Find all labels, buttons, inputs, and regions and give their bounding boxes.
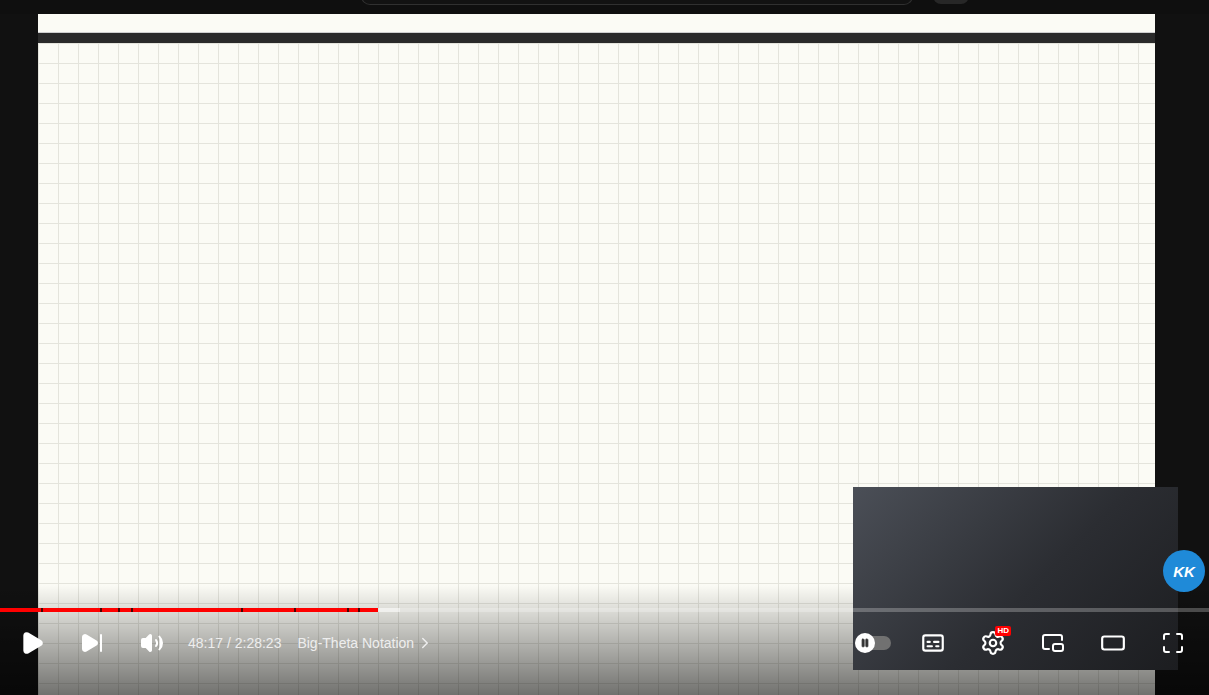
page: KK 48:17 / 2:28:23Big-Theta Notation HD [0,0,1209,695]
fullscreen-icon [1161,631,1185,655]
volume-icon [140,631,164,655]
chapter-break [294,608,296,612]
chapter-break [241,608,243,612]
controls-row: 48:17 / 2:28:23Big-Theta Notation HD [0,620,1209,666]
progress-bar[interactable] [0,608,1209,612]
search-box[interactable] [361,0,913,5]
player-controls: 48:17 / 2:28:23Big-Theta Notation HD [0,608,1209,695]
toggle-knob [855,633,875,653]
hd-badge: HD [995,626,1011,636]
toggle-track [855,636,891,650]
video-player[interactable]: KK 48:17 / 2:28:23Big-Theta Notation HD [0,14,1209,695]
chapter-title: Big-Theta Notation [297,635,414,651]
volume-button[interactable] [124,620,180,666]
right-controls: HD [845,620,1201,666]
left-controls: 48:17 / 2:28:23Big-Theta Notation [4,620,434,666]
play-icon [19,630,45,656]
voice-search-button[interactable] [933,0,969,4]
channel-watermark[interactable]: KK [1163,550,1205,592]
chevron-icon [416,634,434,652]
time-display: 48:17 / 2:28:23 [184,635,293,651]
fullscreen-button[interactable] [1145,620,1201,666]
pause-icon [860,638,870,648]
chapter-break [131,608,133,612]
chapter-break [347,608,349,612]
played-fill [0,608,378,612]
autoplay-toggle[interactable] [845,620,901,666]
chapter-break [358,608,360,612]
next-button[interactable] [64,620,120,666]
chapter-break [100,608,102,612]
chapter-button[interactable]: Big-Theta Notation [297,634,434,652]
miniplayer-icon [1041,631,1065,655]
play-button[interactable] [4,620,60,666]
settings-button[interactable]: HD [965,620,1021,666]
chapter-break [118,608,120,612]
miniplayer-button[interactable] [1025,620,1081,666]
chapter-break [41,608,43,612]
next-icon [80,631,104,655]
subtitles-button[interactable] [905,620,961,666]
frame-strip [38,14,1155,33]
frame-divider [38,33,1155,43]
captions-icon [920,630,946,656]
theater-icon [1100,630,1126,656]
theater-button[interactable] [1085,620,1141,666]
top-bar [0,0,1209,14]
